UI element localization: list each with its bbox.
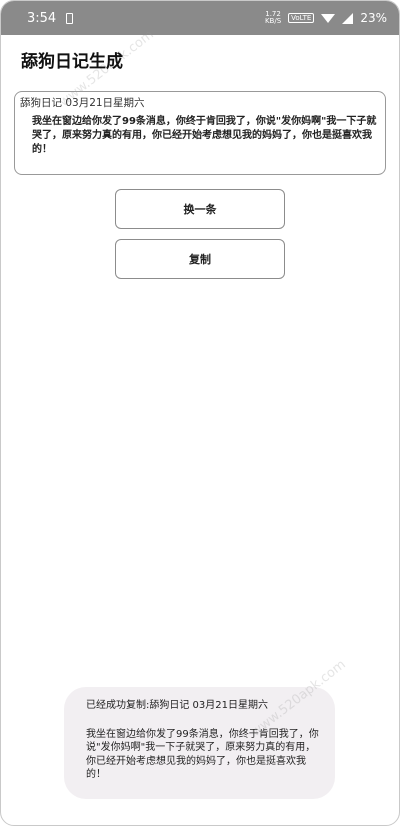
- diary-text: 我坐在窗边给你发了99条消息，你终于肯回我了，你说"发你妈啊"我一下子就哭了，原…: [32, 116, 377, 155]
- volte-icon: VoLTE: [288, 13, 315, 23]
- network-speed-unit: KB/S: [264, 17, 282, 25]
- copy-button[interactable]: 复制: [115, 239, 285, 279]
- sim-card-icon: [66, 12, 74, 24]
- wifi-icon: [321, 13, 336, 23]
- status-bar: 3:54 1.72 KB/S VoLTE 23%: [1, 1, 399, 35]
- battery-level: 23%: [360, 11, 387, 25]
- toast-body: 我坐在窗边给你发了99条消息，你终于肯回我了，你说"发你妈啊"我一下子就哭了，原…: [86, 728, 319, 781]
- phone-frame: 3:54 1.72 KB/S VoLTE 23% www.520apk.com …: [0, 0, 400, 826]
- status-icons: 1.72 KB/S VoLTE 23%: [265, 11, 387, 26]
- status-time: 3:54: [27, 10, 57, 26]
- network-speed: 1.72 KB/S: [265, 11, 281, 25]
- diary-date: 舔狗日记 03月21日星期六: [20, 97, 145, 109]
- diary-text-box[interactable]: 舔狗日记 03月21日星期六 我坐在窗边给你发了99条消息，你终于肯回我了，你说…: [14, 91, 386, 175]
- next-diary-button[interactable]: 换一条: [115, 189, 285, 229]
- page-title: 舔狗日记生成: [21, 52, 123, 72]
- signal-icon: [342, 12, 354, 24]
